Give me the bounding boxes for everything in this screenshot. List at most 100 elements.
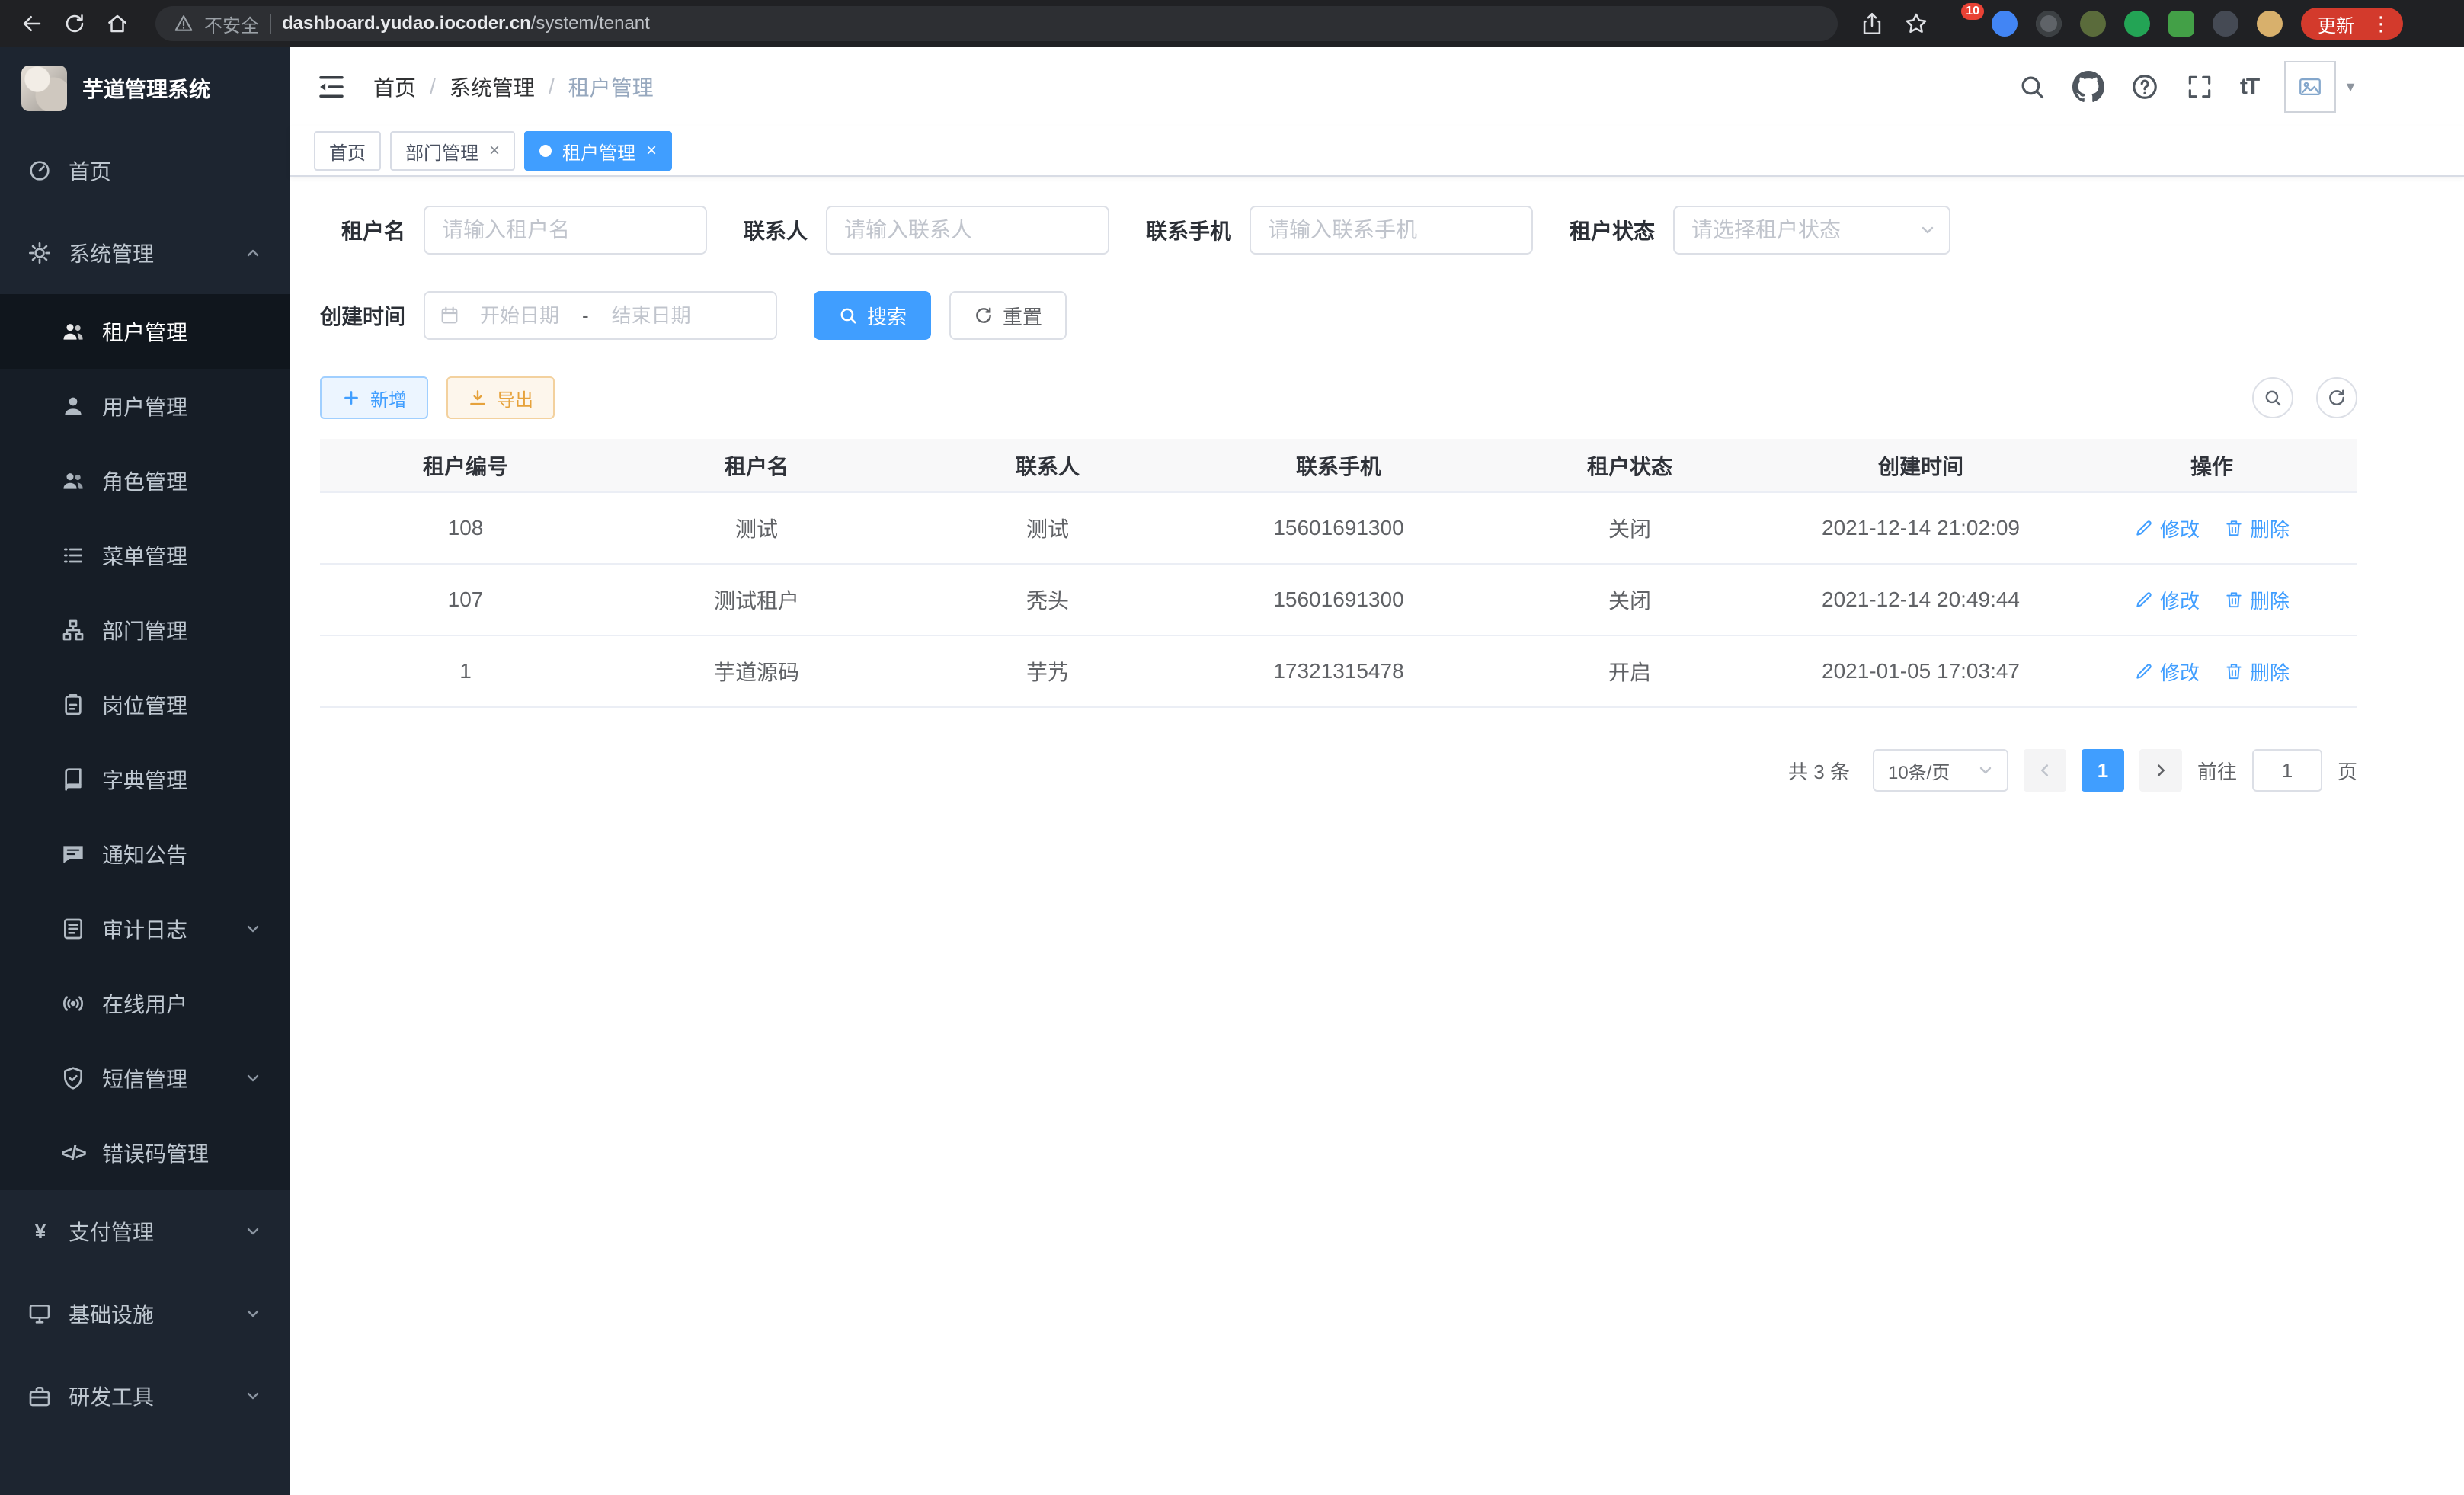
github-icon[interactable] — [2072, 71, 2104, 103]
chevron-down-icon — [244, 920, 262, 938]
font-size-icon[interactable]: tT — [2240, 72, 2258, 101]
menu-label: 系统管理 — [69, 238, 154, 268]
menu-label: 研发工具 — [69, 1381, 154, 1411]
sidebar-item-payment[interactable]: ¥ 支付管理 — [0, 1190, 290, 1273]
breadcrumb: 首页 / 系统管理 / 租户管理 — [373, 72, 654, 102]
sidebar-item-dict[interactable]: 字典管理 — [0, 742, 290, 817]
payment-yen-icon: ¥ — [27, 1219, 52, 1244]
user-icon — [61, 394, 85, 418]
roles-icon — [61, 469, 85, 493]
cell-status: 关闭 — [1484, 492, 1775, 564]
contact-input[interactable] — [826, 206, 1109, 255]
help-icon[interactable] — [2130, 72, 2159, 101]
app-logo[interactable]: 芋道管理系统 — [0, 47, 290, 130]
close-icon[interactable]: × — [646, 140, 657, 162]
user-menu[interactable]: ▼ — [2284, 61, 2357, 113]
menu-label: 租户管理 — [102, 316, 187, 347]
sidebar-item-menu[interactable]: 菜单管理 — [0, 518, 290, 593]
search-icon[interactable] — [2018, 72, 2046, 101]
tab-home[interactable]: 首页 — [314, 131, 381, 171]
sidebar-item-dev-tools[interactable]: 研发工具 — [0, 1355, 290, 1437]
browser-actions: 10 更新 ⋮ — [1859, 8, 2403, 40]
sidebar-item-online-users[interactable]: 在线用户 — [0, 966, 290, 1041]
start-date-input[interactable] — [463, 304, 576, 328]
export-button[interactable]: 导出 — [446, 376, 555, 419]
date-range-separator: - — [579, 304, 592, 328]
sms-shield-icon — [61, 1066, 85, 1090]
cell-status: 关闭 — [1484, 564, 1775, 635]
phone-input[interactable] — [1250, 206, 1533, 255]
address-bar[interactable]: 不安全 dashboard.yudao.iocoder.cn/system/te… — [155, 6, 1838, 41]
prev-page-button[interactable] — [2024, 749, 2066, 792]
sidebar-item-infra[interactable]: 基础设施 — [0, 1273, 290, 1355]
delete-link[interactable]: 删除 — [2224, 658, 2290, 686]
page-url: dashboard.yudao.iocoder.cn/system/tenant — [282, 13, 650, 34]
sidebar-item-role[interactable]: 角色管理 — [0, 443, 290, 518]
share-icon[interactable] — [1859, 11, 1885, 37]
extension-icon-7[interactable] — [2213, 11, 2238, 37]
filter-row-2: 创建时间 - 搜索 — [320, 291, 2357, 340]
page-number-button[interactable]: 1 — [2082, 749, 2124, 792]
end-date-input[interactable] — [595, 304, 708, 328]
extension-icon-3[interactable] — [2036, 11, 2062, 37]
sidebar-item-user[interactable]: 用户管理 — [0, 369, 290, 443]
edit-link[interactable]: 修改 — [2134, 586, 2200, 614]
extension-icon-4[interactable] — [2080, 11, 2106, 37]
search-button[interactable]: 搜索 — [814, 291, 931, 340]
sidebar-item-dept[interactable]: 部门管理 — [0, 593, 290, 667]
next-page-button[interactable] — [2139, 749, 2182, 792]
delete-link-label: 删除 — [2250, 658, 2290, 686]
extension-icon-2[interactable] — [1992, 11, 2018, 37]
cell-contact: 秃头 — [902, 564, 1193, 635]
sidebar-item-notice[interactable]: 通知公告 — [0, 817, 290, 892]
reset-button[interactable]: 重置 — [949, 291, 1067, 340]
add-button[interactable]: 新增 — [320, 376, 428, 419]
extension-icon-5[interactable] — [2124, 11, 2150, 37]
bookmark-star-icon[interactable] — [1903, 11, 1929, 37]
page-size-select[interactable] — [1873, 749, 2008, 792]
browser-home-icon[interactable] — [98, 4, 137, 43]
goto-suffix: 页 — [2338, 757, 2357, 785]
date-range-picker[interactable]: - — [424, 291, 777, 340]
sidebar-item-tenant[interactable]: 租户管理 — [0, 294, 290, 369]
insecure-warning-icon — [174, 14, 194, 34]
browser-update-button[interactable]: 更新 ⋮ — [2301, 8, 2403, 40]
extension-icon-8[interactable] — [2257, 11, 2283, 37]
tenant-name-input[interactable] — [424, 206, 707, 255]
goto-page-input[interactable] — [2252, 749, 2322, 792]
sidebar-item-home[interactable]: 首页 — [0, 130, 290, 212]
sidebar-item-post[interactable]: 岗位管理 — [0, 667, 290, 742]
logo-avatar — [21, 66, 67, 111]
filter-status: 租户状态 — [1570, 206, 1950, 255]
breadcrumb-system[interactable]: 系统管理 — [450, 72, 535, 102]
col-tenant-name: 租户名 — [611, 439, 902, 492]
sidebar-collapse-icon[interactable] — [315, 71, 347, 103]
delete-link[interactable]: 删除 — [2224, 514, 2290, 543]
browser-reload-icon[interactable] — [55, 4, 94, 43]
toggle-search-icon[interactable] — [2252, 377, 2293, 418]
col-actions: 操作 — [2066, 439, 2357, 492]
close-icon[interactable]: × — [489, 140, 500, 162]
browser-back-icon[interactable] — [12, 4, 52, 43]
refresh-icon[interactable] — [2316, 377, 2357, 418]
filter-create-time: 创建时间 - — [320, 291, 777, 340]
fullscreen-icon[interactable] — [2185, 72, 2214, 101]
edit-link[interactable]: 修改 — [2134, 658, 2200, 686]
tab-tenant[interactable]: 租户管理 × — [524, 131, 672, 171]
sidebar-item-error-code[interactable]: </> 错误码管理 — [0, 1116, 290, 1190]
app-title: 芋道管理系统 — [82, 73, 210, 104]
tab-dept[interactable]: 部门管理 × — [390, 131, 515, 171]
extension-icon-1[interactable]: 10 — [1947, 11, 1973, 37]
sidebar-item-system[interactable]: 系统管理 — [0, 212, 290, 294]
sidebar: 芋道管理系统 首页 系统管理 — [0, 47, 290, 1495]
extension-icon-6[interactable] — [2168, 11, 2194, 37]
sidebar-item-sms[interactable]: 短信管理 — [0, 1041, 290, 1116]
tenant-status-select[interactable] — [1673, 206, 1950, 255]
breadcrumb-home[interactable]: 首页 — [373, 72, 416, 102]
delete-link[interactable]: 删除 — [2224, 586, 2290, 614]
sidebar-item-audit-log[interactable]: 审计日志 — [0, 892, 290, 966]
edit-link[interactable]: 修改 — [2134, 514, 2200, 543]
browser-menu-icon[interactable]: ⋮ — [2365, 8, 2397, 40]
page-size-input[interactable] — [1873, 749, 2008, 792]
dev-tools-icon — [27, 1384, 52, 1408]
